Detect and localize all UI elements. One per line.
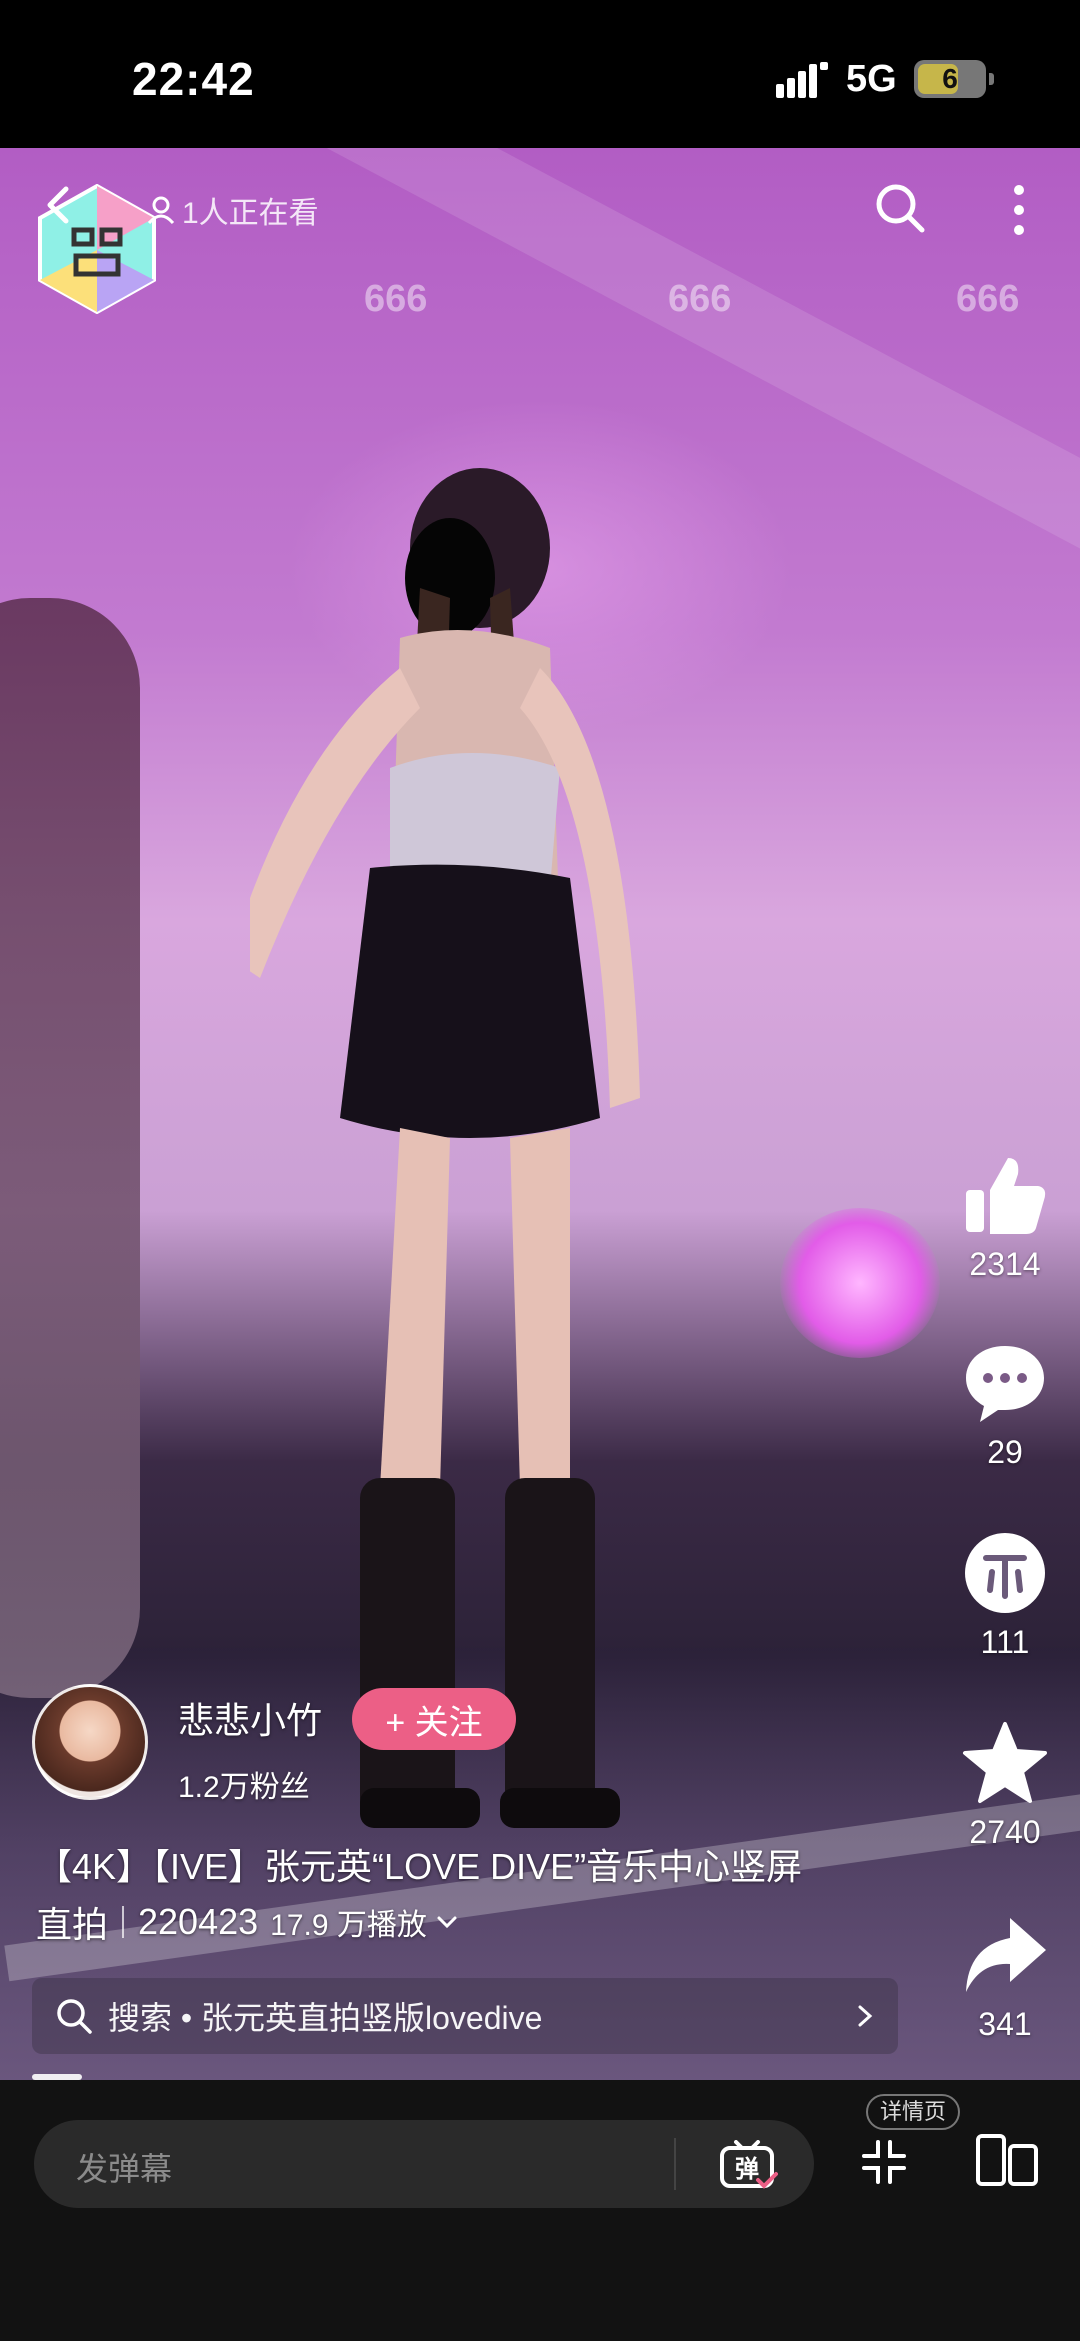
author-avatar[interactable] — [32, 1684, 148, 1800]
share-icon — [966, 1918, 1046, 1992]
share-button[interactable]: 341 — [960, 1910, 1050, 2043]
performer-figure — [250, 468, 640, 1828]
bottom-bar: 发弹幕 弹 详情页 — [0, 2080, 1080, 2341]
video-title[interactable]: 【4K】【IVE】张元英“LOVE DIVE”音乐中心竖屏 — [36, 1838, 802, 1890]
related-search-bar[interactable]: 搜索 • 张元英直拍竖版lovedive — [32, 1978, 898, 2054]
fan-count: 1.2万粉丝 — [178, 1771, 310, 1804]
comment-icon — [966, 1346, 1044, 1422]
viewer-count-label: 1人正在看 — [182, 197, 319, 230]
thumb-up-icon — [966, 1158, 1046, 1234]
battery-level: 6 — [942, 63, 958, 94]
comment-count: 29 — [987, 1434, 1023, 1470]
danmaku-item: 666 — [956, 278, 1020, 320]
back-icon[interactable] — [44, 185, 74, 225]
danmaku-button-label: 弹 — [735, 2155, 759, 2183]
play-count: 17.9 万播放 — [270, 1909, 427, 1942]
follow-button[interactable]: + 关注 — [352, 1688, 516, 1750]
star-icon — [963, 1722, 1047, 1803]
split-screen-icon[interactable] — [974, 2132, 1040, 2188]
search-icon[interactable] — [872, 180, 928, 236]
danmaku-item: 666 — [364, 278, 428, 320]
coin-count: 111 — [980, 1624, 1030, 1660]
divider — [122, 1906, 125, 1938]
like-button[interactable]: 2314 — [960, 1150, 1050, 1283]
favorite-count: 2740 — [969, 1814, 1041, 1850]
more-icon[interactable] — [1004, 182, 1034, 238]
detail-page-tag[interactable]: 详情页 — [866, 2094, 961, 2130]
stage-light — [780, 1208, 940, 1358]
coin-button[interactable]: 111 — [960, 1528, 1050, 1661]
video-player[interactable]: 666 666 666 — [0, 148, 1080, 2080]
battery-icon: 6 — [914, 60, 994, 98]
chevron-right-icon — [858, 2005, 873, 2027]
chevron-down-icon[interactable] — [435, 1910, 459, 1934]
danmaku-placeholder: 发弹幕 — [76, 2151, 173, 2187]
danmaku-input[interactable]: 发弹幕 弹 — [34, 2120, 814, 2208]
coin-icon — [965, 1533, 1045, 1613]
publish-date: 220423 — [138, 1901, 259, 1942]
video-meta[interactable]: 直拍 220423 17.9 万播放 — [36, 1896, 459, 1948]
viewer-icon — [147, 196, 175, 225]
signal-icon — [776, 62, 828, 98]
background-performer — [0, 598, 140, 1698]
like-count: 2314 — [969, 1246, 1041, 1282]
video-title-continued: 直拍 — [36, 1904, 109, 1945]
search-icon — [57, 1999, 92, 2034]
divider — [674, 2138, 676, 2190]
status-bar: 22:42 5G 6 — [0, 0, 1080, 148]
danmaku-toggle-icon[interactable]: 弹 — [718, 2140, 778, 2190]
danmaku-item: 666 — [668, 278, 732, 320]
network-type: 5G — [846, 58, 897, 100]
author-name[interactable]: 悲悲小竹 — [178, 1692, 322, 1744]
related-search-text: 搜索 • 张元英直拍竖版lovedive — [108, 2000, 543, 2036]
favorite-button[interactable]: 2740 — [960, 1718, 1050, 1851]
collapse-icon[interactable] — [860, 2138, 908, 2186]
share-count: 341 — [978, 2006, 1032, 2042]
viewer-count: 1人正在看 — [146, 188, 319, 232]
comment-button[interactable]: 29 — [960, 1338, 1050, 1471]
status-time: 22:42 — [132, 53, 255, 105]
